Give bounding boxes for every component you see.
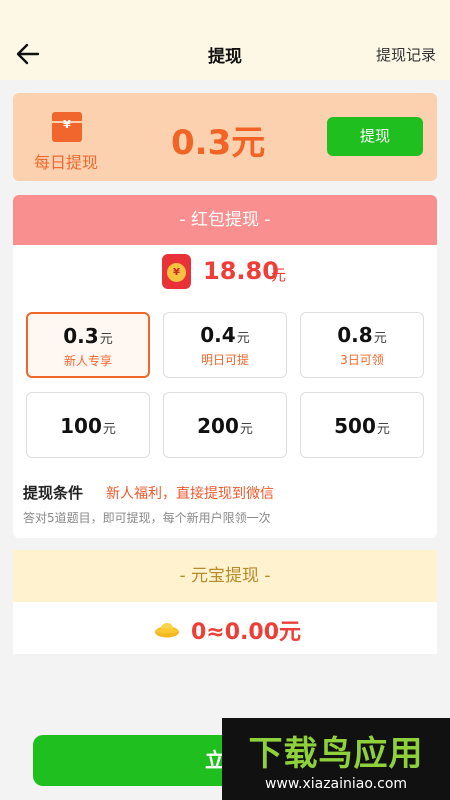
condition-title: 提现条件 (23, 484, 84, 502)
watermark-brand: 下载鸟应用 (248, 734, 424, 774)
amount-unit: 元 (99, 332, 113, 347)
amount-note: 明日可提 (200, 353, 249, 367)
amount-option-500[interactable]: 500元 (300, 392, 424, 458)
amount-note: 新人专享 (63, 354, 112, 368)
amount-option-200[interactable]: 200元 (163, 392, 287, 458)
amount-unit: 元 (102, 422, 116, 437)
amount-option-100[interactable]: 100元 (26, 392, 150, 458)
amount-unit: 元 (236, 331, 250, 346)
amount-value: 200 (197, 414, 239, 438)
watermark: 下载鸟应用 www.xiazainiao.com (222, 718, 450, 800)
amount-note: 3日可领 (340, 353, 384, 367)
redpack-balance: 18.80 (203, 257, 279, 285)
condition-description: 答对5道题目，即可提现，每个新用户限领一次 (23, 511, 271, 525)
ingot-withdraw-card: - 元宝提现 - 0≈0.00元 (13, 550, 437, 654)
ingot-value: 0≈0.00元 (191, 620, 302, 645)
amount-option-0-8[interactable]: 0.8元 3日可领 (300, 312, 424, 378)
amount-value: 0.4 (200, 323, 236, 347)
amount-unit: 元 (373, 331, 387, 346)
ingot-header: - 元宝提现 - (13, 550, 437, 602)
red-envelope-icon: ¥ (52, 112, 82, 142)
condition-highlight: 新人福利，直接提现到微信 (106, 486, 274, 502)
amount-options: 0.3元 新人专享 0.4元 明日可提 0.8元 3日可领 100元 200元 … (26, 312, 424, 458)
amount-value: 100 (60, 414, 102, 438)
top-bar: 提现 提现记录 (0, 0, 450, 80)
watermark-url: www.xiazainiao.com (264, 776, 408, 792)
amount-value: 0.8 (337, 323, 373, 347)
gold-ingot-icon (155, 623, 179, 638)
amount-option-0-3[interactable]: 0.3元 新人专享 (26, 312, 150, 378)
daily-withdraw-amount: 0.3元 (171, 123, 266, 163)
daily-withdraw-label: 每日提现 (34, 153, 99, 172)
amount-unit: 元 (376, 422, 390, 437)
redpack-header: - 红包提现 - (13, 195, 437, 245)
redpack-withdraw-card: - 红包提现 - ¥ 18.80 元 0.3元 新人专享 0.4元 明日可提 0… (13, 195, 437, 538)
red-envelope-coin-icon: ¥ (162, 254, 191, 289)
amount-value: 0.3 (63, 324, 99, 348)
daily-withdraw-card: ¥ 每日提现 0.3元 提现 (13, 93, 437, 181)
amount-option-0-4[interactable]: 0.4元 明日可提 (163, 312, 287, 378)
withdraw-history-link[interactable]: 提现记录 (376, 44, 436, 65)
daily-withdraw-button[interactable]: 提现 (327, 117, 423, 156)
amount-value: 500 (334, 414, 376, 438)
redpack-balance-unit: 元 (271, 266, 287, 284)
amount-unit: 元 (239, 422, 253, 437)
